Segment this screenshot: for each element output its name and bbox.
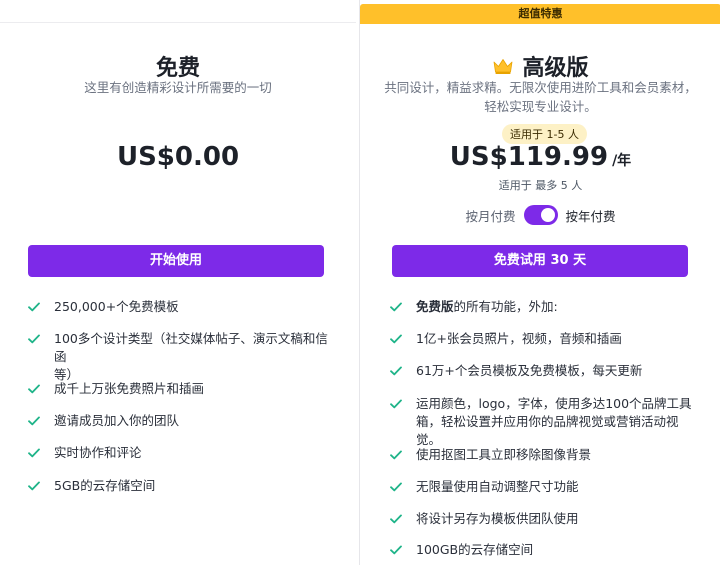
feature-item: 成千上万张免费照片和插画: [28, 380, 328, 398]
free-plan-card: 免费 这里有创造精彩设计所需要的一切 US$0.00 开始使用 250,000+…: [0, 0, 356, 565]
feature-text-line: 100多个设计类型（社交媒体帖子、演示文稿和信函: [54, 331, 328, 364]
feature-text-line: 箱，轻松设置并应用你的品牌视觉或营销活动视觉。: [416, 414, 679, 447]
free-trial-button[interactable]: 免费试用 30 天: [392, 245, 688, 277]
seat-note: 适用于 最多 5 人: [360, 177, 720, 193]
feature-rest: 的所有功能，外加:: [453, 299, 558, 314]
feature-text: 免费版的所有功能，外加:: [416, 298, 558, 316]
feature-item: 邀请成员加入你的团队: [28, 412, 328, 430]
seat-note-prefix: 适用于: [498, 179, 532, 192]
feature-item: 使用抠图工具立即移除图像背景: [390, 446, 700, 464]
check-icon: [390, 330, 402, 348]
billing-monthly-label[interactable]: 按月付费: [465, 206, 515, 225]
billing-yearly-label[interactable]: 按年付费: [566, 206, 616, 225]
feature-item: 实时协作和评论: [28, 444, 328, 462]
pro-plan-card: 超值特惠 高级版 共同设计，精益求精。无限次使用进阶工具和会员素材， 轻松实现专…: [359, 0, 720, 565]
divider: [0, 22, 356, 23]
free-plan-price: US$0.00: [116, 142, 240, 172]
check-icon: [28, 477, 40, 495]
feature-item: 将设计另存为模板供团队使用: [390, 510, 700, 528]
check-icon: [28, 444, 40, 462]
crown-icon: [494, 59, 513, 74]
check-icon: [28, 412, 40, 430]
feature-item: 无限量使用自动调整尺寸功能: [390, 478, 700, 496]
price-unit: /年: [612, 153, 632, 169]
feature-item: 5GB的云存储空间: [28, 477, 328, 495]
feature-text: 100多个设计类型（社交媒体帖子、演示文稿和信函 等）: [54, 330, 328, 384]
subtitle-line: 共同设计，精益求精。无限次使用进阶工具和会员素材，: [384, 80, 697, 95]
check-icon: [28, 330, 40, 348]
feature-text: 使用抠图工具立即移除图像背景: [416, 447, 592, 462]
check-icon: [390, 478, 402, 496]
pro-plan-price: US$119.99/年: [360, 142, 720, 172]
best-value-badge: 超值特惠: [360, 4, 720, 24]
check-icon: [390, 395, 402, 413]
price-amount: US$119.99: [449, 142, 609, 172]
feature-text-line: 运用颜色，logo，字体，使用多达100个品牌工具: [416, 396, 692, 411]
feature-text: 1亿+张会员照片，视频，音频和插画: [416, 331, 622, 346]
feature-item: 61万+个会员模板及免费模板，每天更新: [390, 362, 700, 380]
check-icon: [390, 298, 402, 316]
toggle-knob: [540, 208, 555, 222]
feature-item: 免费版的所有功能，外加:: [390, 298, 700, 316]
check-icon: [390, 541, 402, 559]
feature-text: 成千上万张免费照片和插画: [54, 381, 205, 396]
feature-item: 1亿+张会员照片，视频，音频和插画: [390, 330, 700, 348]
seat-range-pill: 适用于 1-5 人: [502, 124, 587, 144]
feature-item: 250,000+个免费模板: [28, 298, 328, 316]
subtitle-line: 轻松实现专业设计。: [484, 99, 597, 114]
check-icon: [390, 510, 402, 528]
check-icon: [390, 362, 402, 380]
feature-text: 100GB的云存储空间: [416, 542, 534, 557]
feature-item: 100多个设计类型（社交媒体帖子、演示文稿和信函 等）: [28, 330, 328, 384]
start-using-button[interactable]: 开始使用: [28, 245, 324, 277]
free-plan-subtitle: 这里有创造精彩设计所需要的一切: [84, 80, 272, 95]
feature-item: 运用颜色，logo，字体，使用多达100个品牌工具 箱，轻松设置并应用你的品牌视…: [390, 395, 700, 449]
feature-text: 运用颜色，logo，字体，使用多达100个品牌工具 箱，轻松设置并应用你的品牌视…: [416, 395, 700, 449]
billing-toggle-switch[interactable]: [523, 205, 558, 225]
check-icon: [28, 380, 40, 398]
check-icon: [390, 446, 402, 464]
feature-text: 无限量使用自动调整尺寸功能: [416, 479, 579, 494]
feature-text: 5GB的云存储空间: [54, 478, 156, 493]
seat-note-value: 最多 5 人: [535, 179, 583, 192]
pro-plan-subtitle: 共同设计，精益求精。无限次使用进阶工具和会员素材， 轻松实现专业设计。: [360, 78, 720, 116]
feature-text: 250,000+个免费模板: [54, 299, 179, 314]
feature-text: 实时协作和评论: [54, 445, 142, 460]
pricing-page: 免费 这里有创造精彩设计所需要的一切 US$0.00 开始使用 250,000+…: [0, 0, 720, 565]
feature-text: 61万+个会员模板及免费模板，每天更新: [416, 363, 643, 378]
feature-text: 将设计另存为模板供团队使用: [416, 511, 579, 526]
billing-toggle-row: 按月付费 按年付费: [360, 205, 720, 225]
check-icon: [28, 298, 40, 316]
feature-text: 邀请成员加入你的团队: [54, 413, 180, 428]
feature-item: 100GB的云存储空间: [390, 541, 700, 559]
feature-bold: 免费版: [416, 299, 454, 314]
